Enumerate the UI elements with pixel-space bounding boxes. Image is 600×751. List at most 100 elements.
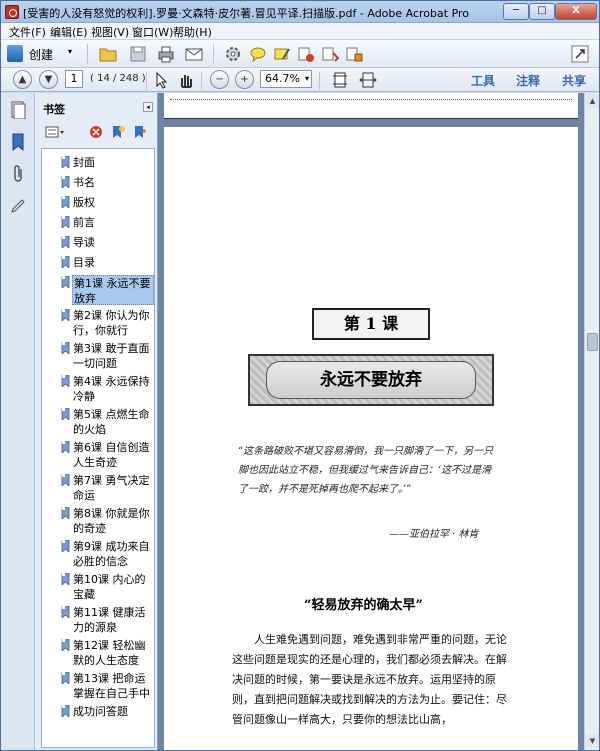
document-view: 第 1 课 永远不要放弃 “这条路破败不堪又容易滑倒，我一只脚滑了一下，另一只脚… [158,93,584,750]
bookmark-flag-icon [61,236,70,248]
fit-page-icon[interactable] [331,71,349,89]
bookmark-label: 第10课 内心的宝藏 [73,573,146,601]
expand-icon[interactable] [571,45,589,63]
options-menu-icon[interactable] [45,125,65,139]
scrollbar-thumb[interactable] [587,333,598,351]
bookmark-label: 书名 [73,176,95,189]
bookmark-flag-icon [61,606,70,618]
vertical-scrollbar[interactable]: ▲ ▼ [584,93,599,750]
chevron-down-icon: ▾ [68,47,73,56]
acrobat-app-icon [5,5,19,19]
bookmark-flag-icon [61,176,70,188]
create-label: 创建 [29,48,54,62]
bookmark-label: 第2课 你认为你行，你就行 [73,309,150,337]
bookmark-label: 第6课 自信创造人生奇迹 [73,441,150,469]
bookmark-label: 封面 [73,156,95,169]
bookmark-flag-icon [61,441,70,453]
acrobat-window: [受害的人没有怒觉的权利].罗曼·文森特·皮尔著.冒见平译.扫描版.pdf - … [0,0,600,751]
bookmark-label: 第5课 点燃生命的火焰 [73,408,150,436]
scroll-up-arrow[interactable]: ▲ [586,94,599,108]
bookmark-label: 第1课 永远不要放弃 [72,275,154,305]
attach-icon[interactable] [321,45,339,63]
title-bar: [受害的人没有怒觉的权利].罗曼·文森特·皮尔著.冒见平译.扫描版.pdf - … [1,1,599,23]
select-cursor-icon[interactable] [153,71,171,89]
share-pane-link[interactable]: 共享 [562,72,586,89]
menu-bar: 文件(F) 编辑(E) 视图(V) 窗口(W) 帮助(H) [1,23,599,40]
delete-comment-icon[interactable] [297,45,315,63]
bookmark-label: 第3课 敢于直面一切问题 [73,342,150,370]
zoom-in-button[interactable]: + [235,70,254,89]
bookmark-flag-icon [61,540,70,552]
bookmark-flag-icon [61,375,70,387]
bookmark-label: 第8课 你就是你的奇迹 [73,507,150,535]
maximize-button[interactable]: □ [529,3,555,20]
pdf-page: 第 1 课 永远不要放弃 “这条路破败不堪又容易滑倒，我一只脚滑了一下，另一只脚… [164,127,578,750]
section-heading: “轻易放弃的确太早” [304,598,423,613]
bookmark-label: 第13课 把命运掌握在自己手中 [73,672,150,700]
bookmark-flag-icon [61,408,70,420]
highlight-icon[interactable] [273,45,291,63]
print-icon[interactable] [157,45,175,63]
bookmark-list: 封面书名版权前言导读目录第1课 永远不要放弃 第2课 你认为你行，你就行 第3课 敢… [41,148,155,748]
menu-file[interactable]: 文件(F) [9,24,46,40]
bookmark-label: 第12课 轻松幽默的人生态度 [73,639,146,667]
bookmark-flag-icon [61,705,70,717]
create-pdf-icon [7,45,23,62]
delete-bookmark-icon[interactable] [89,125,103,139]
tools-pane-link[interactable]: 工具 [471,72,495,89]
bookmark-label: 导读 [73,236,95,249]
save-icon[interactable] [129,45,147,63]
settings-gear-icon[interactable] [224,45,242,63]
new-bookmark-icon[interactable] [111,125,125,139]
menu-help[interactable]: 帮助(H) [173,24,212,40]
zoom-level-select[interactable]: 64.7% ▾ [260,70,312,88]
bookmark-flag-icon [61,216,70,228]
bookmark-flag-icon [61,256,70,268]
menu-view[interactable]: 视图(V) [91,24,129,40]
attachments-paperclip-icon[interactable] [10,165,26,183]
page-number-input[interactable]: 1 [65,70,83,88]
page-count: ( 14 / 248 ) [90,73,146,84]
body-paragraph: 人生难免遇到问题，难免遇到非常严重的问题，无论这些问题是现实的还是心理的，我们都… [232,633,507,726]
minimize-button[interactable]: ─ [503,3,529,20]
zoom-out-button[interactable]: − [210,70,229,89]
expand-bookmark-icon[interactable] [133,125,147,139]
email-icon[interactable] [185,45,203,63]
hand-tool-icon[interactable] [177,71,195,89]
epigraph-quote: “这条路破败不堪又容易滑倒，我一只脚滑了一下，另一只脚也因此站立不稳，但我缓过气… [238,446,494,495]
open-folder-icon[interactable] [99,45,117,63]
bookmarks-panel-icon[interactable] [10,133,26,151]
bookmark-flag-icon [61,573,70,585]
bookmark-flag-icon [61,156,70,168]
close-button[interactable]: X [555,3,597,20]
scroll-down-arrow[interactable]: ▼ [586,734,599,748]
comment-bubble-icon[interactable] [249,45,267,63]
signatures-pen-icon[interactable] [10,197,26,215]
collapse-panel-button[interactable]: ◂ [143,102,153,112]
bookmark-flag-icon [61,474,70,486]
toolbar-divider [213,44,214,64]
bookmarks-panel: 书签 ◂ 封面 书名 版权 前言 导读 目录 第1课 永远不要放弃 第2课 你认为你行，你就行… [35,93,158,750]
bookmark-label: 前言 [73,216,95,229]
bookmark-label: 第7课 勇气决定命运 [73,474,150,502]
menu-edit[interactable]: 编辑(E) [50,24,88,40]
chevron-down-icon: ▾ [304,74,309,83]
navigation-toolbar: ▲ ▼ 1 ( 14 / 248 ) − + 64.7% ▾ 工具 注释 共享 [1,68,599,92]
toolbar-divider [319,72,320,92]
bookmark-flag-icon [61,672,70,684]
bookmark-label: 目录 [73,256,95,269]
fit-width-icon[interactable] [359,71,377,89]
bookmark-label: 成功问答题 [73,705,128,718]
comment-pane-link[interactable]: 注释 [516,72,540,89]
lesson-number: 第 1 课 [312,308,430,340]
page-thumbnails-icon[interactable] [10,101,26,119]
next-page-button[interactable]: ▼ [39,70,58,89]
previous-page-button[interactable]: ▲ [13,70,32,89]
stamp-icon[interactable] [345,45,363,63]
bookmark-label: 版权 [73,196,95,209]
bookmark-flag-icon [61,196,70,208]
bookmark-flag-icon [61,507,70,519]
bookmark-flag-icon [61,342,70,354]
create-button[interactable]: 创建 ▾ [7,43,79,65]
menu-window[interactable]: 窗口(W) [132,24,173,40]
